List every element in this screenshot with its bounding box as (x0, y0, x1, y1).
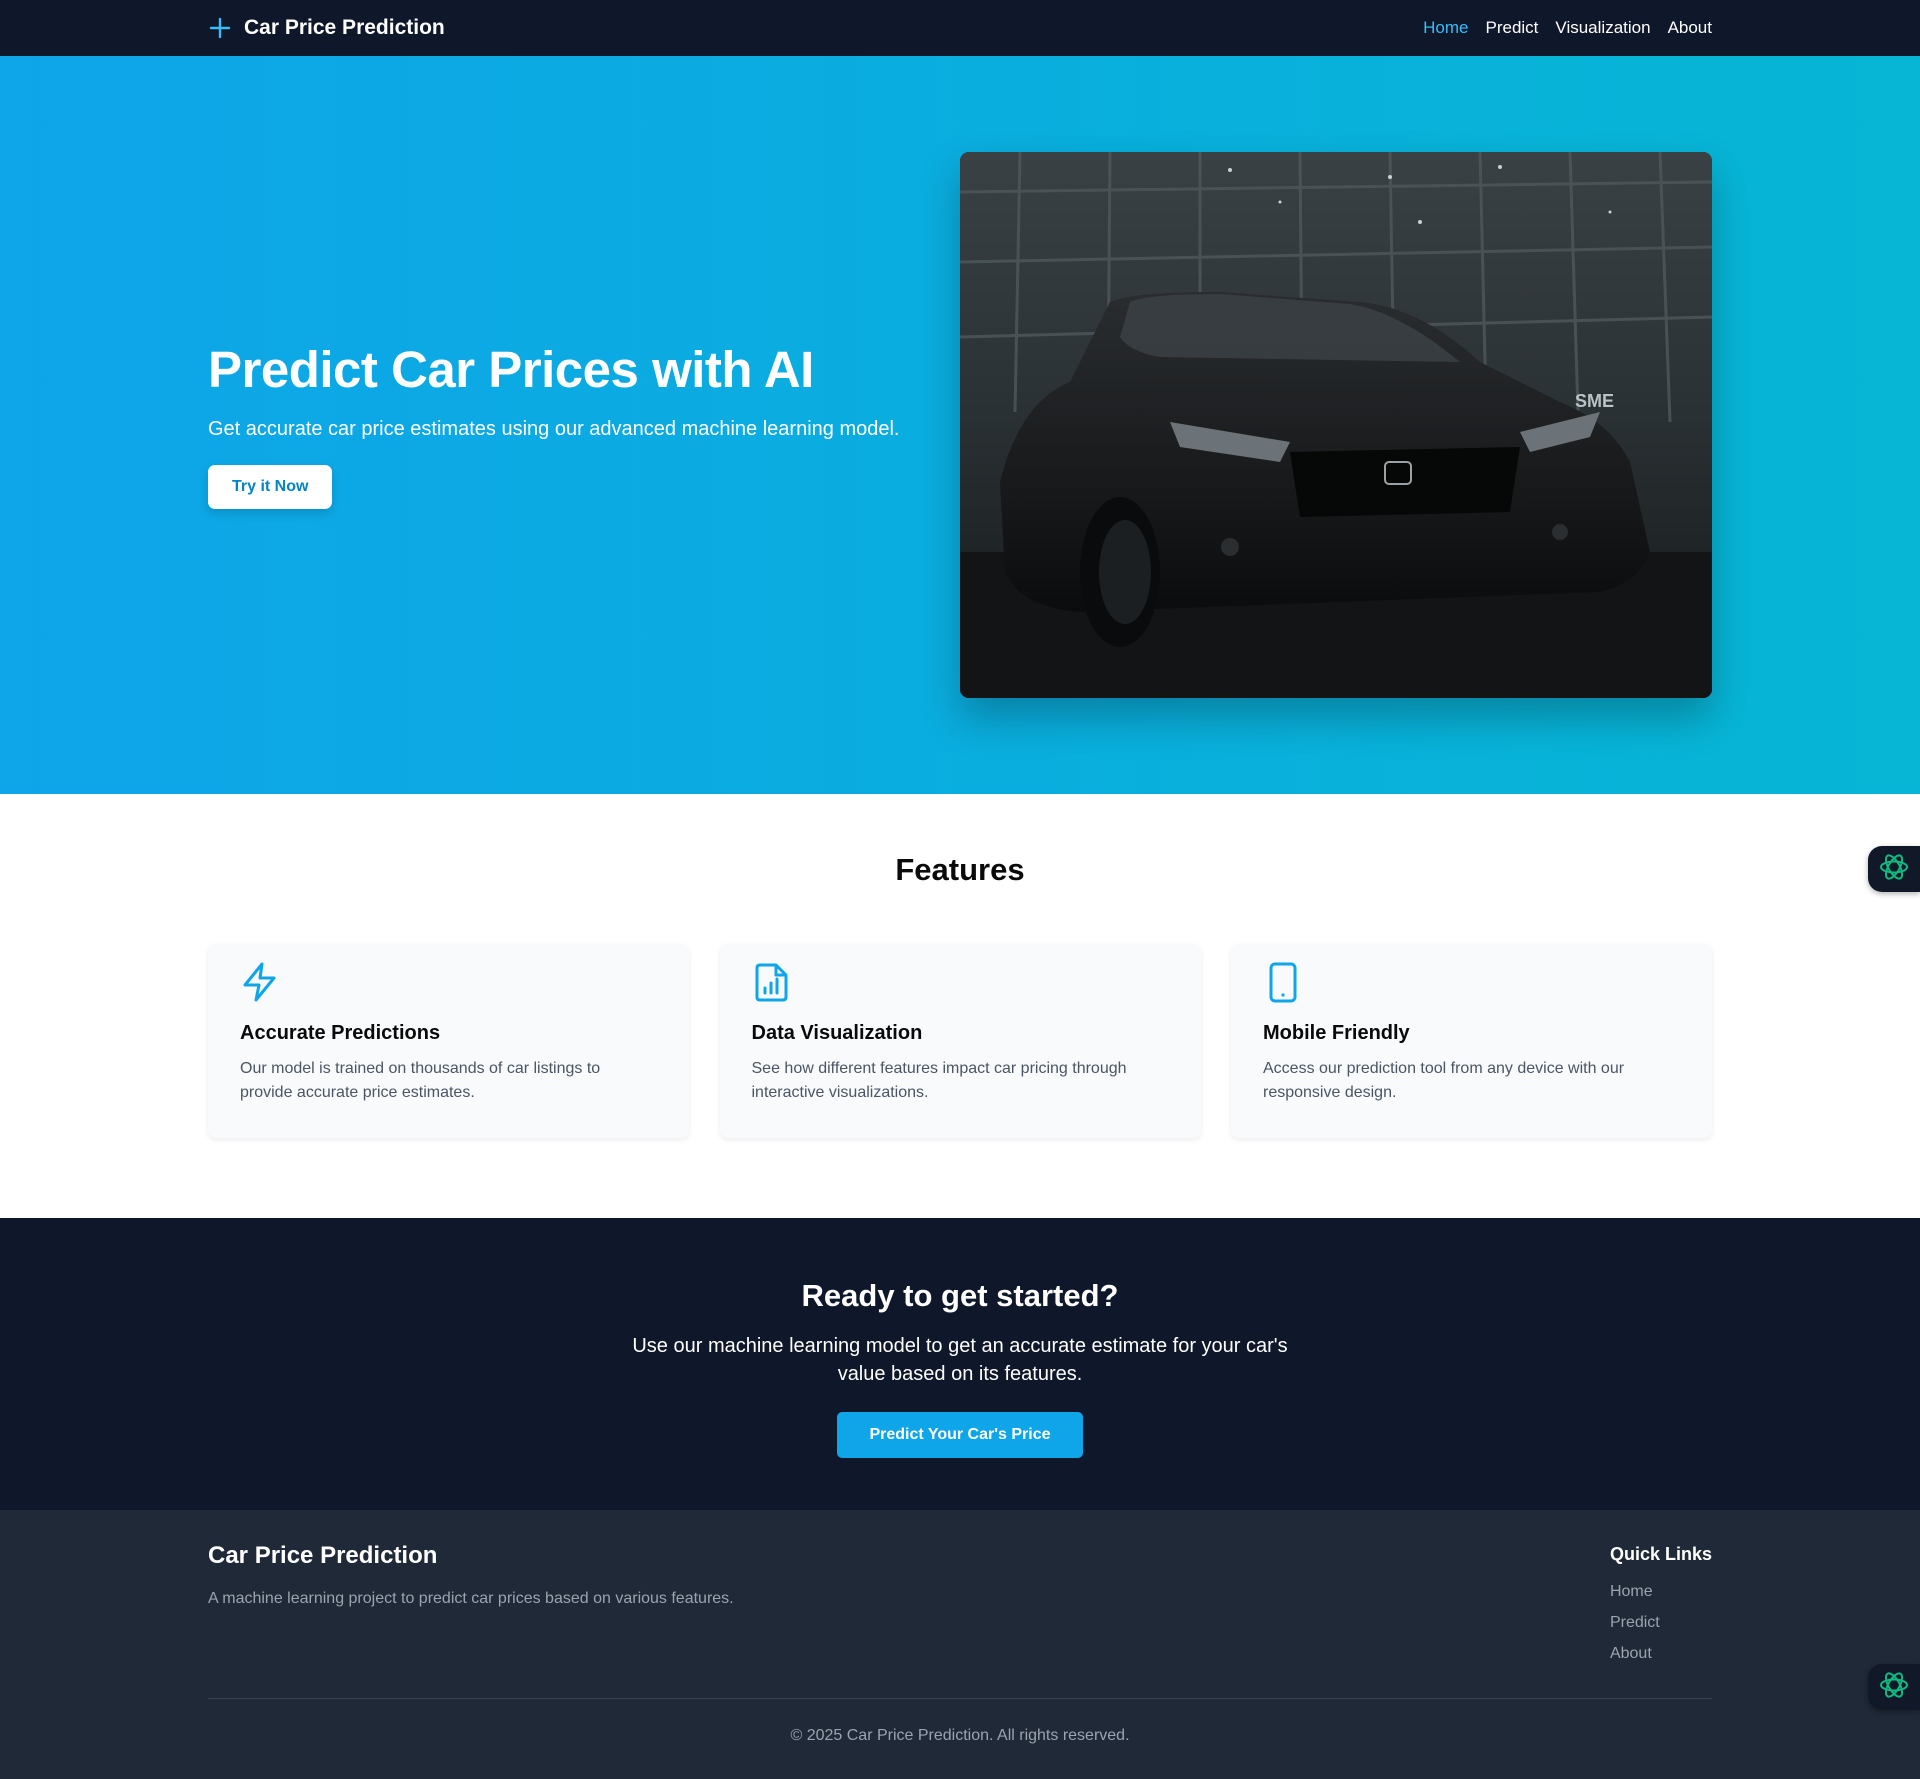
hero-car-image: SME (960, 152, 1712, 698)
predict-price-button[interactable]: Predict Your Car's Price (837, 1412, 1083, 1458)
ai-assistant-icon (1878, 851, 1910, 888)
feature-card-data-visualization: Data Visualization See how different fea… (719, 944, 1201, 1138)
plus-icon (208, 16, 232, 40)
cta-title: Ready to get started? (801, 1278, 1119, 1313)
lightning-icon (240, 960, 282, 1004)
ai-assistant-widget-button[interactable] (1868, 846, 1920, 892)
hero-section: Predict Car Prices with AI Get accurate … (0, 56, 1920, 794)
nav-links: Home Predict Visualization About (1423, 18, 1712, 38)
features-title: Features (895, 852, 1025, 887)
feature-card-title: Mobile Friendly (1263, 1022, 1410, 1044)
footer-link-predict[interactable]: Predict (1610, 1614, 1712, 1632)
hero-title: Predict Car Prices with AI (208, 341, 814, 399)
ai-assistant-icon (1878, 1669, 1910, 1706)
nav-link-home[interactable]: Home (1423, 18, 1468, 38)
navbar: Car Price Prediction Home Predict Visual… (0, 0, 1920, 56)
try-it-now-button[interactable]: Try it Now (208, 464, 333, 509)
feature-card-title: Data Visualization (751, 1022, 923, 1044)
feature-card-mobile-friendly: Mobile Friendly Access our prediction to… (1231, 944, 1712, 1138)
footer: Car Price Prediction A machine learning … (0, 1510, 1920, 1779)
copyright: © 2025 Car Price Prediction. All rights … (790, 1727, 1130, 1744)
nav-link-predict[interactable]: Predict (1486, 18, 1539, 38)
feature-card-description: See how different features impact car pr… (751, 1060, 1127, 1101)
feature-card-title: Accurate Predictions (240, 1022, 441, 1044)
nav-link-visualization[interactable]: Visualization (1555, 18, 1650, 38)
feature-card-accurate-predictions: Accurate Predictions Our model is traine… (208, 944, 689, 1138)
feature-card-description: Our model is trained on thousands of car… (240, 1060, 601, 1101)
nav-link-about[interactable]: About (1668, 18, 1712, 38)
svg-text:SME: SME (1575, 391, 1614, 411)
features-section: Features Accurate Predictions Our model … (0, 794, 1920, 1218)
footer-quick-links: Quick Links Home Predict About (1610, 1542, 1712, 1698)
brand-name: Car Price Prediction (244, 16, 445, 39)
hero-text: Predict Car Prices with AI Get accurate … (208, 341, 948, 509)
footer-link-about[interactable]: About (1610, 1645, 1712, 1663)
mobile-icon (1263, 960, 1305, 1004)
feature-card-description: Access our prediction tool from any devi… (1263, 1060, 1625, 1101)
footer-brand: Car Price Prediction (208, 1542, 438, 1569)
cta-section: Ready to get started? Use our machine le… (0, 1218, 1920, 1510)
chart-file-icon (752, 960, 794, 1004)
cta-text: Use our machine learning model to get an… (632, 1335, 1288, 1385)
ai-assistant-widget-button-secondary[interactable] (1868, 1664, 1920, 1710)
feature-cards: Accurate Predictions Our model is traine… (208, 944, 1712, 1138)
quick-links-title: Quick Links (1609, 1544, 1712, 1564)
footer-description: A machine learning project to predict ca… (208, 1590, 734, 1607)
footer-link-home[interactable]: Home (1610, 1583, 1712, 1601)
hero-subtitle: Get accurate car price estimates using o… (208, 417, 900, 440)
brand[interactable]: Car Price Prediction (208, 16, 445, 40)
footer-about: Car Price Prediction A machine learning … (208, 1542, 734, 1698)
